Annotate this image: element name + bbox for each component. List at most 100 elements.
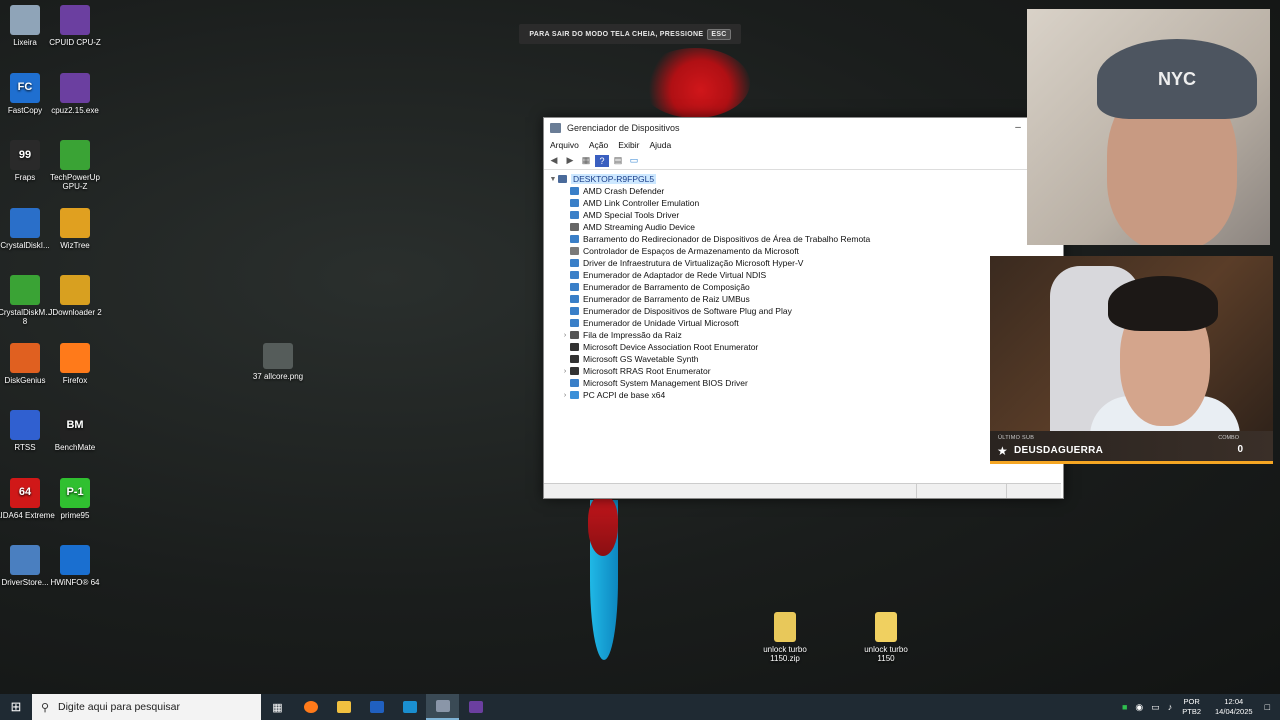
task-view-icon: ▦ xyxy=(272,701,283,714)
taskbar-search[interactable]: ⚲ Digite aqui para pesquisar xyxy=(32,694,261,720)
help-icon[interactable]: ? xyxy=(595,154,609,167)
device-category-item[interactable]: Enumerador de Unidade Virtual Microsoft xyxy=(560,317,739,329)
device-category-item[interactable]: Controlador de Espaços de Armazenamento … xyxy=(560,245,799,257)
battery-icon[interactable]: ▭ xyxy=(1151,702,1160,713)
desktop-icon-benchmate[interactable]: BM BenchMate xyxy=(45,410,105,452)
device-tree: ▼ DESKTOP-R9FPGL5 AMD Crash Defender AMD … xyxy=(544,171,1026,483)
notifications-icon[interactable]: □ xyxy=(1265,702,1270,712)
taskbar-app-blue[interactable] xyxy=(360,694,393,720)
combo-label: COMBO xyxy=(1218,435,1239,441)
properties-icon[interactable]: ▦ xyxy=(579,155,593,167)
rtss-icon xyxy=(10,410,40,440)
language-indicator[interactable]: POR PTB2 xyxy=(1182,697,1201,717)
collapse-arrow-icon[interactable]: ▼ xyxy=(548,176,558,183)
device-category-item[interactable]: Barramento do Redirecionador de Disposit… xyxy=(560,233,870,245)
system-device-icon xyxy=(570,235,579,243)
back-arrow-icon[interactable]: ◀ xyxy=(547,155,561,167)
search-icon: ⚲ xyxy=(40,701,50,714)
device-category-item[interactable]: AMD Link Controller Emulation xyxy=(560,197,699,209)
jdownloader-icon xyxy=(60,275,90,305)
streamer-hair xyxy=(1108,276,1218,331)
clock[interactable]: 12:04 14/04/2025 xyxy=(1215,697,1253,717)
forward-arrow-icon[interactable]: ▶ xyxy=(563,155,577,167)
view-list-icon[interactable]: ▤ xyxy=(611,155,625,167)
cap-text: NYC xyxy=(1157,68,1196,89)
device-category-label: Microsoft GS Wavetable Synth xyxy=(583,354,699,364)
webcam-top: NYC xyxy=(1027,9,1270,245)
menu-acao[interactable]: Ação xyxy=(589,140,608,150)
device-category-item[interactable]: Microsoft Device Association Root Enumer… xyxy=(560,341,758,353)
start-button[interactable]: ⊞ xyxy=(0,694,32,720)
device-category-label: Enumerador de Barramento de Composição xyxy=(583,282,750,292)
toolbar: ◀ ▶ ▦ ? ▤ ▭ xyxy=(544,152,1063,170)
taskbar-cpuz[interactable] xyxy=(459,694,492,720)
network-icon[interactable]: ◉ xyxy=(1135,702,1143,713)
prime95-icon: P-1 xyxy=(60,477,90,508)
device-category-item[interactable]: AMD Streaming Audio Device xyxy=(560,221,695,233)
tree-root[interactable]: ▼ DESKTOP-R9FPGL5 xyxy=(548,173,657,185)
desktop-icon-wiztree[interactable]: WizTree xyxy=(45,207,105,250)
desktop-zip-unlock-turbo[interactable]: unlock turbo 1150.zip xyxy=(755,612,815,663)
desktop-icon-label: CPUID CPU-Z xyxy=(49,38,101,47)
device-category-item[interactable]: › Microsoft RRAS Root Enumerator xyxy=(560,365,711,377)
device-category-item[interactable]: Microsoft GS Wavetable Synth xyxy=(560,353,698,365)
expand-arrow-icon[interactable]: › xyxy=(560,332,570,339)
device-category-item[interactable]: Enumerador de Barramento de Composição xyxy=(560,281,750,293)
computer-icon xyxy=(558,175,567,183)
device-category-label: Barramento do Redirecionador de Disposit… xyxy=(583,234,871,244)
volume-icon[interactable]: ♪ xyxy=(1168,702,1173,712)
desktop-icon-jdownloader[interactable]: JDownloader 2 xyxy=(45,275,105,317)
desktop-folder-label: unlock turbo 1150 xyxy=(864,645,908,663)
task-view-button[interactable]: ▦ xyxy=(261,694,294,720)
desktop-file-allcore[interactable]: 37 allcore.png xyxy=(248,343,308,381)
desktop-icon-cpu-z[interactable]: CPUID CPU-Z xyxy=(45,5,105,47)
menu-exibir[interactable]: Exibir xyxy=(618,140,639,150)
device-category-label: AMD Crash Defender xyxy=(583,186,665,196)
monitor-icon[interactable]: ▭ xyxy=(627,155,641,167)
cpu-z-icon xyxy=(468,701,483,713)
system-device-icon xyxy=(570,187,579,195)
clock-date: 14/04/2025 xyxy=(1215,707,1253,716)
desktop-icon-hwinfo[interactable]: HWiNFO® 64 xyxy=(45,545,105,587)
device-category-item[interactable]: Driver de Infraestrutura de Virtualizaçã… xyxy=(560,257,803,269)
wiztree-icon xyxy=(60,207,90,238)
system-device-icon xyxy=(570,379,579,387)
menu-ajuda[interactable]: Ajuda xyxy=(649,140,671,150)
desktop-icon-prime95[interactable]: P-1 prime95 xyxy=(45,477,105,520)
device-category-item[interactable]: Enumerador de Adaptador de Rede Virtual … xyxy=(560,269,766,281)
menu-arquivo[interactable]: Arquivo xyxy=(550,140,579,150)
subscriber-name: DEUSDAGUERRA xyxy=(1014,445,1104,456)
desktop-icon-gpu-z[interactable]: TechPowerUp GPU-Z xyxy=(45,140,105,191)
title-bar[interactable]: Gerenciador de Dispositivos – □ xyxy=(544,118,1063,137)
taskbar-firefox[interactable] xyxy=(294,694,327,720)
expand-arrow-icon[interactable]: › xyxy=(560,392,570,399)
device-category-label: Microsoft Device Association Root Enumer… xyxy=(583,342,759,352)
system-device-icon xyxy=(570,319,579,327)
device-category-item[interactable]: Enumerador de Dispositivos de Software P… xyxy=(560,305,792,317)
taskbar-hwinfo[interactable] xyxy=(393,694,426,720)
defender-icon[interactable]: ■ xyxy=(1122,702,1127,712)
desktop-icon-firefox[interactable]: Firefox xyxy=(45,342,105,385)
esc-key-hint: ESC xyxy=(707,28,731,40)
device-category-item[interactable]: › PC ACPI de base x64 xyxy=(560,389,665,401)
system-device-icon xyxy=(570,271,579,279)
device-category-item[interactable]: Microsoft System Management BIOS Driver xyxy=(560,377,748,389)
desktop-folder-unlock-turbo[interactable]: unlock turbo 1150 xyxy=(856,612,916,663)
expand-arrow-icon[interactable]: › xyxy=(560,368,570,375)
device-category-item[interactable]: AMD Special Tools Driver xyxy=(560,209,679,221)
device-category-label: Enumerador de Dispositivos de Software P… xyxy=(583,306,792,316)
desktop-zip-label: unlock turbo 1150.zip xyxy=(763,645,807,663)
fastcopy-icon: FC xyxy=(10,72,40,103)
computer-icon xyxy=(570,391,579,399)
clock-time: 12:04 xyxy=(1224,697,1244,706)
search-placeholder: Digite aqui para pesquisar xyxy=(58,701,180,713)
desktop-icon-label: JDownloader 2 xyxy=(48,308,102,317)
device-category-item[interactable]: Enumerador de Barramento de Raiz UMBus xyxy=(560,293,750,305)
device-category-item[interactable]: › Fila de Impressão da Raiz xyxy=(560,329,682,341)
taskbar-explorer[interactable] xyxy=(327,694,360,720)
desktop-icon-cpu-z-exe[interactable]: cpuz2.15.exe xyxy=(45,72,105,115)
device-category-item[interactable]: AMD Crash Defender xyxy=(560,185,664,197)
taskbar-device-manager[interactable] xyxy=(426,694,459,720)
crystaldiskinfo-icon xyxy=(10,207,40,238)
zip-folder-icon xyxy=(774,612,796,642)
